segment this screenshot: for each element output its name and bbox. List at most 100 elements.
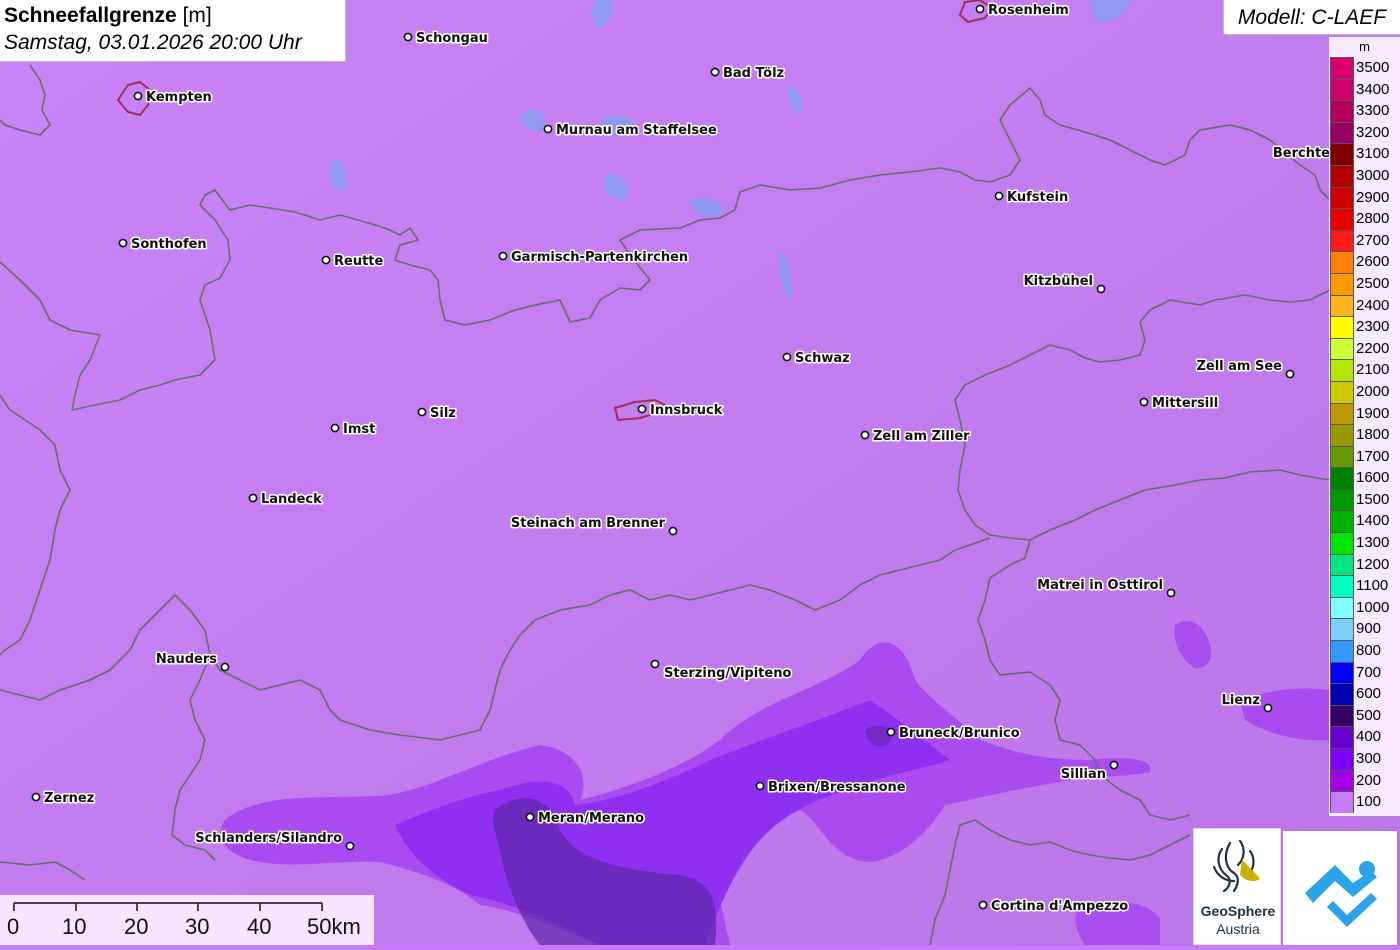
legend-row: 500 — [1329, 704, 1400, 727]
city-dot — [1285, 369, 1295, 379]
city-dot — [543, 124, 553, 134]
city-label: Cortina d'Ampezzo — [991, 899, 1128, 914]
city-dot — [330, 423, 340, 433]
city-dot — [886, 727, 896, 737]
legend-label: 900 — [1356, 620, 1382, 638]
legend-row: 2900 — [1329, 186, 1400, 209]
legend-row: 1100 — [1329, 575, 1400, 597]
legend-row: 2400 — [1329, 294, 1400, 317]
city-dot — [1139, 397, 1149, 407]
scale-label-0: 0 — [7, 914, 20, 939]
city-dot — [860, 430, 870, 440]
city-dot — [668, 526, 678, 536]
city-label: Landeck — [261, 492, 322, 507]
legend-row: 2800 — [1329, 208, 1400, 230]
geosphere-emblem-icon — [1212, 839, 1260, 893]
map-datetime: Samstag, 03.01.2026 20:00 Uhr — [4, 31, 302, 54]
city-label: Meran/Merano — [538, 811, 644, 826]
city-dot — [650, 659, 660, 669]
city-dot — [975, 4, 985, 14]
legend-label: 2800 — [1356, 210, 1390, 228]
city-marker: Berchte — [1271, 145, 1331, 163]
legend-swatch — [1330, 208, 1354, 230]
city-label: Sterzing/Vipiteno — [664, 666, 791, 681]
city-label: Kempten — [146, 90, 212, 105]
legend-label: 1200 — [1356, 555, 1390, 573]
city-dot — [248, 493, 258, 503]
legend-swatch — [1330, 57, 1354, 79]
title-box: Schneefallgrenze [m] Samstag, 03.01.2026… — [0, 0, 346, 62]
legend-swatch — [1330, 704, 1354, 727]
legend-label: 600 — [1356, 685, 1382, 703]
legend-label: 500 — [1356, 706, 1382, 724]
legend-swatch — [1330, 510, 1354, 533]
legend-row: 1400 — [1329, 510, 1400, 533]
map-title: Schneefallgrenze [m] — [4, 3, 341, 29]
legend-rows: 3500 3400 3300 3200 3100 3000 2900 2800 2700 2600… — [1329, 57, 1400, 813]
legend-swatch — [1330, 402, 1354, 425]
legend-swatch — [1330, 186, 1354, 209]
city-dot — [118, 238, 128, 248]
legend-row: 2700 — [1329, 229, 1400, 252]
city-marker: Murnau am Staffelsee — [543, 122, 718, 140]
legend-label: 100 — [1356, 793, 1382, 811]
legend-label: 1500 — [1356, 490, 1390, 508]
city-label: Schongau — [416, 31, 488, 46]
city-label: Mittersill — [1152, 396, 1218, 411]
legend-row: 2000 — [1329, 380, 1400, 403]
snowline-map[interactable]: Rosenheim Schongau Kempten Bad Tölz Murnau a… — [0, 0, 1400, 945]
legend-swatch — [1330, 294, 1354, 317]
legend-label: 2400 — [1356, 296, 1390, 314]
city-marker: Landeck — [248, 491, 324, 509]
city-label: Innsbruck — [650, 403, 723, 418]
legend-swatch — [1330, 726, 1354, 748]
legend-label: 3400 — [1356, 80, 1390, 98]
city-marker: Cortina d'Ampezzo — [978, 898, 1130, 916]
city-marker: Mittersill — [1139, 395, 1220, 413]
legend-swatch — [1330, 143, 1354, 165]
city-dot — [710, 67, 720, 77]
legend-swatch — [1330, 748, 1354, 770]
geosphere-logo[interactable]: GeoSphere Austria — [1193, 828, 1281, 945]
scale-label-40: 40 — [247, 914, 272, 939]
legend-row: 3000 — [1329, 164, 1400, 187]
legend-row: 100 — [1329, 791, 1400, 813]
legend-swatch — [1330, 78, 1354, 101]
legend-swatch — [1330, 229, 1354, 252]
legend-swatch — [1330, 121, 1354, 144]
legend-row: 2500 — [1329, 272, 1400, 295]
city-label: Silz — [430, 406, 456, 421]
city-dot — [1263, 703, 1273, 713]
city-label: Bruneck/Brunico — [899, 726, 1020, 741]
legend-label: 400 — [1356, 728, 1382, 746]
city-label: Nauders — [156, 652, 217, 667]
legend-swatch — [1330, 359, 1354, 381]
city-marker: Bruneck/Brunico — [886, 725, 1021, 743]
legend-swatch — [1330, 316, 1354, 338]
city-label: Steinach am Brenner — [511, 516, 666, 531]
legend-row: 1500 — [1329, 488, 1400, 511]
legend-swatch — [1330, 553, 1354, 576]
legend-swatch — [1330, 618, 1354, 641]
legend-label: 2300 — [1356, 318, 1390, 336]
geosphere-text: GeoSphere — [1200, 903, 1276, 919]
legend-label: 1300 — [1356, 534, 1390, 552]
city-dot — [637, 404, 647, 414]
legend-row: 1800 — [1329, 424, 1400, 446]
legend-swatch — [1330, 445, 1354, 468]
legend-row: 2100 — [1329, 359, 1400, 381]
city-dot — [1109, 760, 1119, 770]
legend-swatch — [1330, 272, 1354, 295]
legend-swatch — [1330, 683, 1354, 705]
legend-swatch — [1330, 575, 1354, 597]
legend-row: 1600 — [1329, 467, 1400, 489]
legend-label: 1100 — [1356, 577, 1389, 595]
legend-row: 1700 — [1329, 445, 1400, 468]
legend-label: 3000 — [1356, 166, 1390, 184]
legend-label: 1400 — [1356, 512, 1390, 530]
city-label: Schlanders/Silandro — [195, 831, 342, 846]
legend-row: 2300 — [1329, 316, 1400, 338]
city-dot — [345, 841, 355, 851]
weather-app-logo[interactable] — [1283, 831, 1397, 945]
city-marker: Brixen/Bressanone — [755, 779, 907, 797]
